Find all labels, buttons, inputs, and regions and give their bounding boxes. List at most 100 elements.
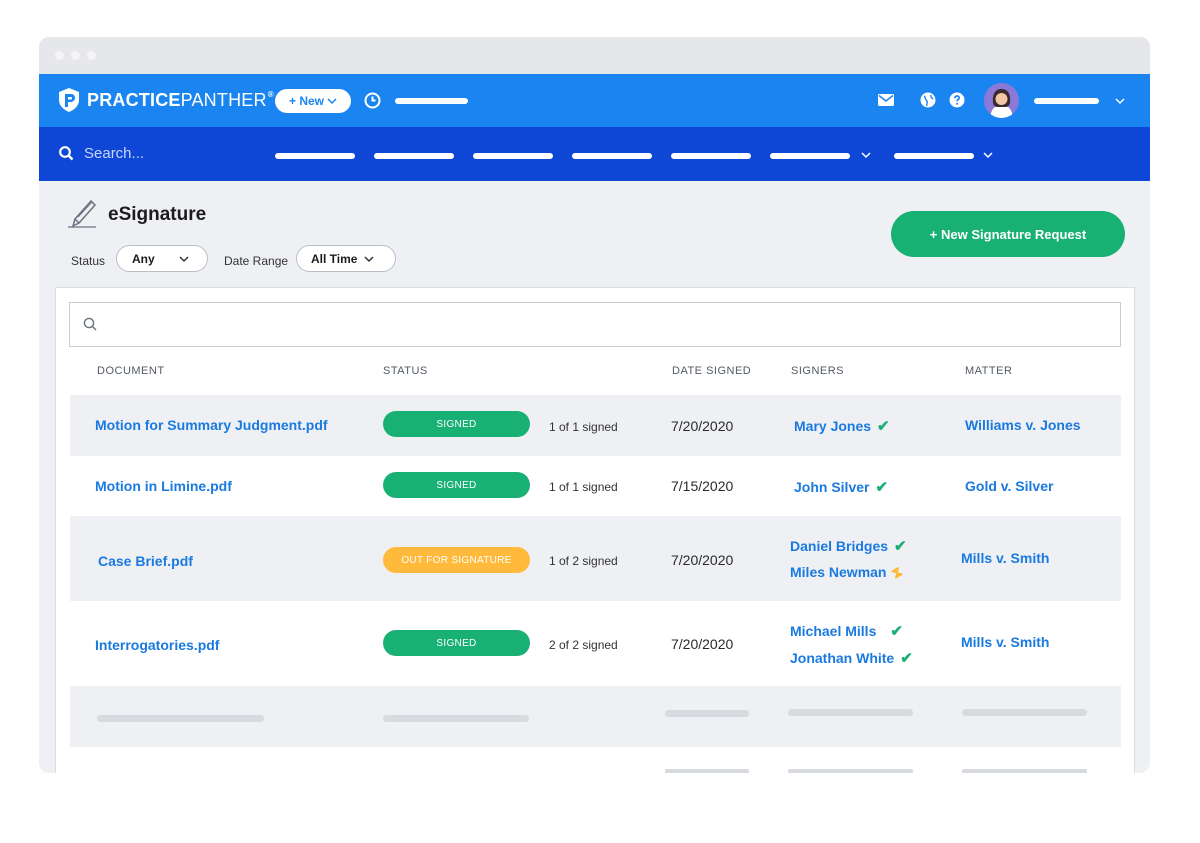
- new-signature-request-label: + New Signature Request: [929, 226, 1087, 242]
- brand-name: PRACTICEPANTHER®: [87, 90, 274, 111]
- date-signed: 7/20/2020: [671, 636, 734, 652]
- matter-link[interactable]: Gold v. Silver: [965, 478, 1053, 494]
- document-link[interactable]: Motion for Summary Judgment.pdf: [95, 417, 328, 433]
- check-icon: ✔: [877, 418, 890, 435]
- column-header-matter[interactable]: MATTER: [965, 365, 1012, 377]
- signer[interactable]: Jonathan White ✔: [790, 649, 913, 667]
- page-title: eSignature: [108, 204, 207, 225]
- date-signed: 7/20/2020: [671, 552, 734, 568]
- column-header-document[interactable]: DOCUMENT: [97, 365, 165, 377]
- window-dot[interactable]: [55, 51, 64, 60]
- signature-pen-icon: [68, 199, 97, 228]
- status-filter-dropdown[interactable]: Any: [116, 245, 208, 272]
- chevron-down-icon[interactable]: [1115, 97, 1125, 105]
- signer[interactable]: Mary Jones ✔: [794, 417, 890, 435]
- matter-link[interactable]: Mills v. Smith: [961, 550, 1049, 566]
- chevron-down-icon: [327, 98, 337, 105]
- nav-item-placeholder[interactable]: [770, 153, 850, 159]
- signer[interactable]: Michael Mills ✔: [790, 622, 903, 640]
- global-search[interactable]: Search...: [59, 145, 144, 162]
- signed-count: 2 of 2 signed: [549, 638, 618, 652]
- search-icon: [59, 146, 74, 161]
- nav-item-placeholder[interactable]: [894, 153, 974, 159]
- brand-bold: PRACTICE: [87, 89, 181, 110]
- table-row[interactable]: Motion for Summary Judgment.pdf SIGNED 1…: [70, 395, 1121, 456]
- chevron-down-icon: [364, 255, 374, 262]
- window-dot[interactable]: [87, 51, 96, 60]
- signed-count: 1 of 1 signed: [549, 420, 618, 434]
- signed-count: 1 of 2 signed: [549, 554, 618, 568]
- nav-bar: Search...: [39, 127, 1150, 181]
- signed-count: 1 of 1 signed: [549, 480, 618, 494]
- signer-name: Jonathan White: [790, 650, 895, 666]
- status-filter-label: Status: [71, 254, 106, 268]
- nav-item-placeholder[interactable]: [473, 153, 553, 159]
- status-badge: SIGNED: [383, 411, 530, 437]
- hourglass-icon: ⧗: [888, 562, 906, 582]
- mail-icon[interactable]: [877, 92, 895, 108]
- column-header-signers[interactable]: SIGNERS: [791, 365, 844, 377]
- signer-name: Michael Mills: [790, 623, 877, 639]
- nav-item-placeholder[interactable]: [275, 153, 355, 159]
- globe-icon[interactable]: [919, 91, 937, 109]
- placeholder-bar: [788, 769, 913, 773]
- date-range-filter-label: Date Range: [224, 254, 289, 268]
- placeholder-bar: [962, 709, 1087, 716]
- matter-link[interactable]: Williams v. Jones: [965, 417, 1081, 433]
- placeholder-bar: [97, 715, 264, 722]
- placeholder-bar: [962, 769, 1087, 773]
- window-chrome: [39, 37, 1150, 74]
- help-icon[interactable]: [948, 91, 966, 109]
- table-row[interactable]: Interrogatories.pdf SIGNED 2 of 2 signed…: [70, 601, 1121, 686]
- user-avatar[interactable]: [984, 83, 1019, 118]
- chevron-down-icon[interactable]: [983, 151, 993, 159]
- chevron-down-icon: [179, 255, 189, 262]
- status-badge: SIGNED: [383, 472, 530, 498]
- table-row[interactable]: Motion in Limine.pdf SIGNED 1 of 1 signe…: [70, 456, 1121, 516]
- clock-icon[interactable]: [363, 91, 381, 109]
- signer[interactable]: Miles Newman ⧗: [790, 563, 905, 582]
- signer[interactable]: Daniel Bridges ✔: [790, 537, 907, 555]
- new-button-label: + New: [288, 94, 324, 108]
- check-icon: ✔: [894, 538, 907, 555]
- column-header-status[interactable]: STATUS: [383, 365, 428, 377]
- signer-name: Daniel Bridges: [790, 538, 889, 554]
- document-link[interactable]: Interrogatories.pdf: [95, 637, 219, 653]
- chevron-down-icon[interactable]: [861, 151, 871, 159]
- nav-item-placeholder[interactable]: [671, 153, 751, 159]
- date-signed: 7/15/2020: [671, 478, 734, 494]
- check-icon: ✔: [875, 479, 889, 496]
- status-badge: SIGNED: [383, 630, 530, 656]
- brand-light: PANTHER: [180, 89, 267, 110]
- panther-logo-icon: [59, 88, 79, 112]
- document-link[interactable]: Motion in Limine.pdf: [95, 478, 232, 494]
- placeholder-bar: [665, 710, 749, 717]
- signer[interactable]: John Silver ✔: [794, 478, 888, 496]
- window-dot[interactable]: [71, 51, 80, 60]
- brand-registered-mark: ®: [267, 89, 274, 99]
- date-signed: 7/20/2020: [671, 418, 734, 434]
- practicepanther-logo[interactable]: PRACTICEPANTHER®: [57, 86, 274, 114]
- nav-item-placeholder[interactable]: [374, 153, 454, 159]
- timer-placeholder-bar: [395, 98, 468, 104]
- user-name-placeholder-bar: [1034, 98, 1099, 104]
- nav-item-placeholder[interactable]: [572, 153, 652, 159]
- placeholder-bar: [788, 709, 913, 716]
- search-placeholder: Search...: [84, 145, 145, 162]
- column-header-date-signed[interactable]: DATE SIGNED: [672, 365, 751, 377]
- date-range-filter-dropdown[interactable]: All Time: [296, 245, 396, 272]
- document-link[interactable]: Case Brief.pdf: [98, 553, 193, 569]
- matter-link[interactable]: Mills v. Smith: [961, 634, 1049, 650]
- check-icon: ✔: [900, 650, 913, 667]
- signer-name: Mary Jones: [794, 418, 872, 434]
- check-icon: ✔: [890, 623, 903, 640]
- search-icon: [83, 317, 97, 331]
- new-signature-request-button[interactable]: + New Signature Request: [891, 211, 1125, 257]
- new-button[interactable]: + New: [275, 89, 351, 113]
- top-bar: PRACTICEPANTHER® + New: [39, 74, 1150, 127]
- table-search-input[interactable]: [69, 302, 1121, 347]
- placeholder-row: [70, 686, 1121, 747]
- status-filter-value: Any: [132, 251, 155, 266]
- status-badge: OUT FOR SIGNATURE: [383, 547, 530, 573]
- table-row[interactable]: Case Brief.pdf OUT FOR SIGNATURE 1 of 2 …: [70, 516, 1121, 601]
